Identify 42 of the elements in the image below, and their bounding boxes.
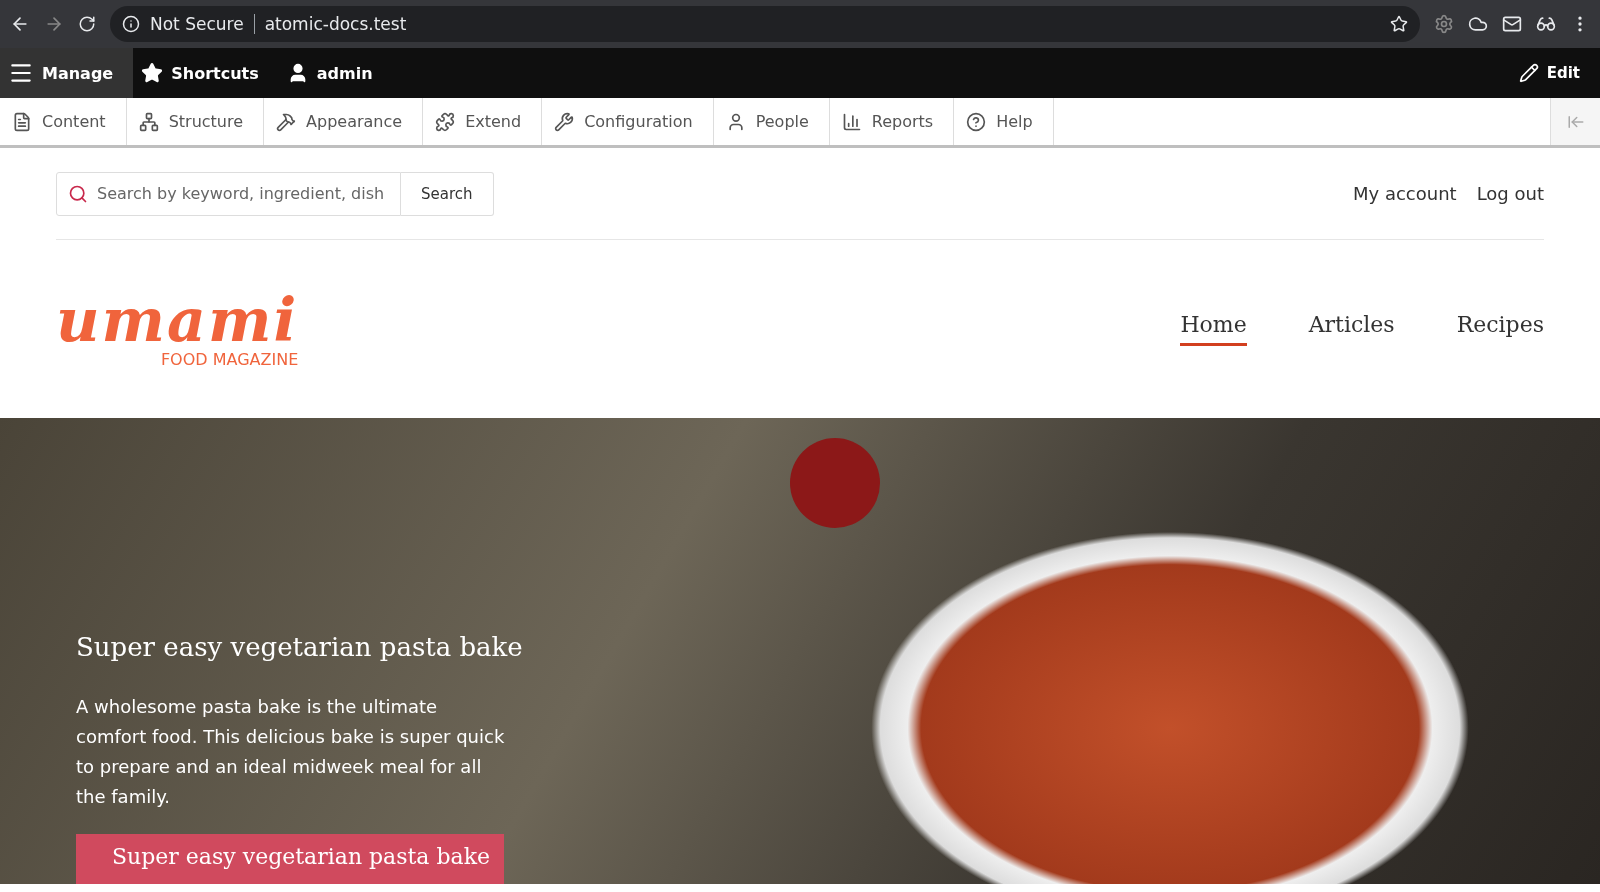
hierarchy-icon <box>138 111 159 132</box>
hero-text: A wholesome pasta bake is the ultimate comfort food. This delicious bake is super quick to prepare and an ideal midweek meal for all the family. <box>76 695 506 809</box>
toolbar-tab[interactable]: Manage <box>0 48 134 98</box>
wrench-icon <box>554 111 575 132</box>
reload-icon[interactable] <box>78 15 96 33</box>
gear-icon[interactable] <box>1434 14 1454 34</box>
account-link[interactable]: Log out <box>1476 183 1544 204</box>
info-icon <box>122 15 140 33</box>
security-label: Not Secure <box>150 14 255 34</box>
url-text: atomic-docs.test <box>264 14 407 34</box>
tray-menu-item[interactable]: People <box>713 98 830 145</box>
tray-menu-item[interactable]: Structure <box>126 98 265 145</box>
search-button[interactable]: Search <box>401 171 494 216</box>
search-field[interactable]: Search by keyword, ingredient, dish <box>56 171 401 216</box>
tray-menu-item[interactable]: Help <box>954 98 1054 145</box>
envelope-icon[interactable] <box>1502 14 1522 34</box>
document-icon <box>12 111 32 132</box>
tray-menu-item[interactable]: Appearance <box>264 98 424 145</box>
puzzle-icon <box>435 111 456 132</box>
bookmark-star-icon[interactable] <box>1390 15 1408 33</box>
tray-menu-item[interactable]: Extend <box>423 98 543 145</box>
help-icon <box>966 111 987 132</box>
address-bar[interactable]: Not Secure atomic-docs.test <box>110 6 1420 42</box>
tray-menu-item[interactable]: Reports <box>829 98 955 145</box>
tray-menu-item[interactable]: Configuration <box>542 98 714 145</box>
toolbar-tab[interactable]: Shortcuts <box>133 48 279 98</box>
nav-link[interactable]: Home <box>1180 312 1247 346</box>
logo-tagline: FOOD MAGAZINE <box>160 349 299 369</box>
account-link[interactable]: My account <box>1353 183 1457 204</box>
nav-link[interactable]: Articles <box>1308 312 1395 346</box>
edit-button[interactable]: Edit <box>1518 63 1580 83</box>
cloud-icon[interactable] <box>1468 14 1488 34</box>
tray-menu-item[interactable]: Content <box>0 98 127 145</box>
hero-button[interactable]: Super easy vegetarian pasta bake <box>76 834 504 884</box>
pencil-icon <box>1518 63 1539 83</box>
bar-chart-icon <box>841 111 862 132</box>
hero-title: Super easy vegetarian pasta bake <box>76 632 524 662</box>
nav-link[interactable]: Recipes <box>1456 312 1544 346</box>
search-icon <box>68 183 88 204</box>
star-icon <box>141 62 164 84</box>
toolbar-tab[interactable]: admin <box>278 48 393 98</box>
hammer-icon <box>276 111 297 132</box>
